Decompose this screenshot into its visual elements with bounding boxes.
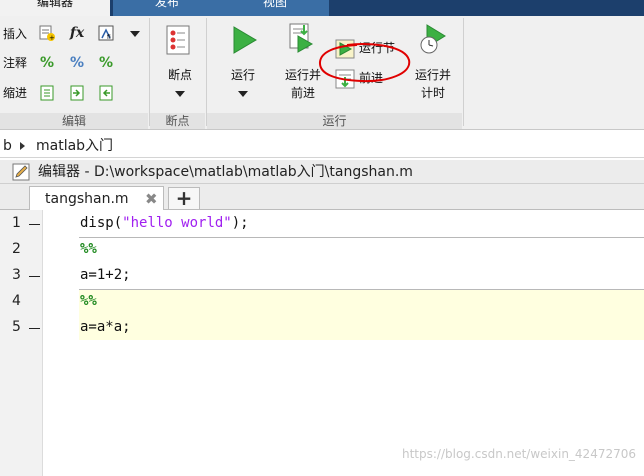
line-number: 2 bbox=[12, 241, 21, 257]
breakpoint-dash[interactable] bbox=[29, 328, 40, 329]
editor-pencil-icon bbox=[12, 163, 30, 181]
run-dropdown-arrow-icon[interactable] bbox=[238, 91, 248, 97]
address-breadcrumb: b matlab入门 bbox=[0, 134, 644, 158]
tab-publish[interactable]: 发布 bbox=[113, 0, 221, 16]
toolstrip-tab-bar: 编辑器 发布 视图 bbox=[0, 0, 644, 16]
code-token: ); bbox=[231, 215, 249, 231]
breadcrumb-folder[interactable]: matlab入门 bbox=[36, 134, 113, 158]
code-line-2[interactable]: %% bbox=[80, 241, 97, 257]
file-tab-tangshan[interactable]: tangshan.m ✖ bbox=[29, 186, 164, 210]
insert-function-icon[interactable]: fi bbox=[97, 24, 115, 42]
line-number: 5 bbox=[12, 319, 21, 335]
comment-button[interactable]: 注释 bbox=[3, 54, 27, 71]
line-number: 1 bbox=[12, 215, 21, 231]
breakpoint-dash[interactable] bbox=[29, 276, 40, 277]
tab-publish-label: 发布 bbox=[154, 0, 179, 9]
new-tab-button[interactable]: + bbox=[168, 187, 200, 209]
run-group-label: 运行 bbox=[207, 113, 462, 129]
decrease-indent-icon[interactable] bbox=[97, 84, 115, 102]
tab-view-label: 视图 bbox=[262, 0, 287, 9]
ribbon-toolstrip: 插入 注释 缩进 + fx fi % % % 编辑 断点 断点 运行 运行并 前… bbox=[0, 16, 644, 130]
run-and-time-button-line2[interactable]: 计时 bbox=[410, 85, 456, 102]
run-and-advance-icon[interactable] bbox=[286, 22, 318, 56]
smart-indent-icon[interactable] bbox=[38, 84, 56, 102]
red-annotation-circle bbox=[319, 43, 411, 83]
close-tab-icon[interactable]: ✖ bbox=[145, 187, 158, 211]
run-button[interactable]: 运行 bbox=[223, 67, 263, 84]
run-play-icon[interactable] bbox=[228, 24, 260, 56]
code-token: disp( bbox=[80, 215, 123, 231]
line-number-gutter bbox=[0, 210, 43, 476]
wrap-comment-icon[interactable]: % bbox=[97, 54, 115, 72]
current-cell-highlight bbox=[79, 290, 644, 340]
breakpoint-dash[interactable] bbox=[29, 224, 40, 225]
code-line-5[interactable]: a=a*a; bbox=[80, 319, 131, 335]
breakpoints-button[interactable]: 断点 bbox=[160, 67, 200, 84]
run-and-time-button-line1[interactable]: 运行并 bbox=[410, 67, 456, 84]
insert-dropdown-arrow-icon[interactable] bbox=[130, 31, 140, 37]
code-line-1[interactable]: disp("hello world"); bbox=[80, 215, 249, 231]
file-tab-label: tangshan.m bbox=[45, 191, 129, 207]
code-line-3[interactable]: a=1+2; bbox=[80, 267, 131, 283]
fx-icon[interactable]: fx bbox=[68, 24, 86, 42]
run-and-time-icon[interactable] bbox=[417, 22, 449, 56]
code-string-token: "hello world" bbox=[122, 215, 232, 231]
group-divider bbox=[463, 18, 464, 126]
tab-editor[interactable]: 编辑器 bbox=[0, 0, 110, 16]
code-editor[interactable]: 1 2 3 4 5 disp("hello world"); %% a=1+2;… bbox=[0, 210, 644, 476]
svg-text:fi: fi bbox=[107, 34, 111, 41]
editor-title-bar: 编辑器 - D:\workspace\matlab\matlab入门\tangs… bbox=[0, 160, 644, 184]
run-and-advance-button-line2[interactable]: 前进 bbox=[280, 85, 326, 102]
edit-group-label: 编辑 bbox=[0, 113, 148, 129]
watermark: https://blog.csdn.net/weixin_42472706 bbox=[401, 447, 636, 461]
breadcrumb-separator-icon bbox=[20, 142, 25, 150]
group-divider bbox=[149, 18, 150, 126]
editor-title: 编辑器 - D:\workspace\matlab\matlab入门\tangs… bbox=[38, 164, 413, 180]
breakpoints-icon[interactable] bbox=[163, 24, 193, 56]
code-line-4[interactable]: %% bbox=[80, 293, 97, 309]
cell-divider bbox=[79, 237, 644, 238]
breadcrumb-part[interactable]: b bbox=[3, 134, 12, 158]
increase-indent-icon[interactable] bbox=[68, 84, 86, 102]
comment-percent-icon[interactable]: % bbox=[38, 54, 56, 72]
line-number: 4 bbox=[12, 293, 21, 309]
breakpoints-dropdown-arrow-icon[interactable] bbox=[175, 91, 185, 97]
line-number: 3 bbox=[12, 267, 21, 283]
uncomment-percent-icon[interactable]: % bbox=[68, 54, 86, 72]
breakpoint-group-label: 断点 bbox=[150, 113, 205, 129]
tab-editor-label: 编辑器 bbox=[36, 0, 73, 9]
file-tab-bar: tangshan.m ✖ + bbox=[0, 184, 644, 210]
insert-section-icon[interactable]: + bbox=[38, 24, 56, 42]
tab-view[interactable]: 视图 bbox=[221, 0, 329, 16]
insert-button[interactable]: 插入 bbox=[3, 25, 27, 42]
indent-button[interactable]: 缩进 bbox=[3, 84, 27, 101]
group-divider bbox=[206, 18, 207, 126]
svg-text:+: + bbox=[49, 34, 55, 42]
